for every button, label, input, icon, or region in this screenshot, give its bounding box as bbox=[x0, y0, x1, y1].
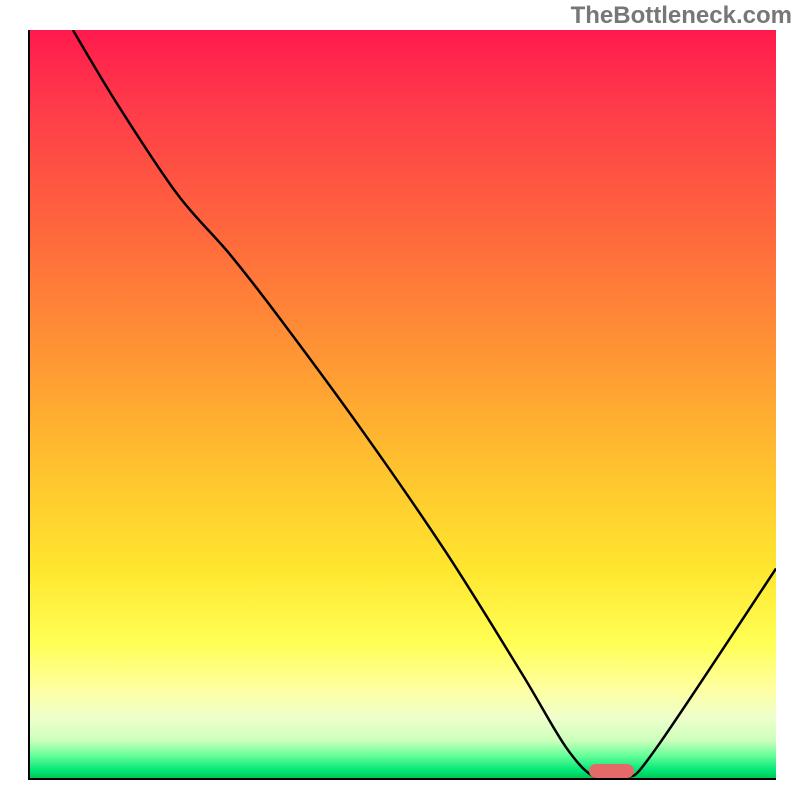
y-axis bbox=[28, 30, 30, 778]
bottleneck-curve bbox=[28, 30, 776, 778]
optimal-marker bbox=[589, 764, 634, 778]
x-axis bbox=[28, 778, 776, 780]
watermark-text: TheBottleneck.com bbox=[571, 2, 792, 30]
plot-area bbox=[28, 30, 776, 778]
chart-container: TheBottleneck.com bbox=[0, 0, 800, 800]
